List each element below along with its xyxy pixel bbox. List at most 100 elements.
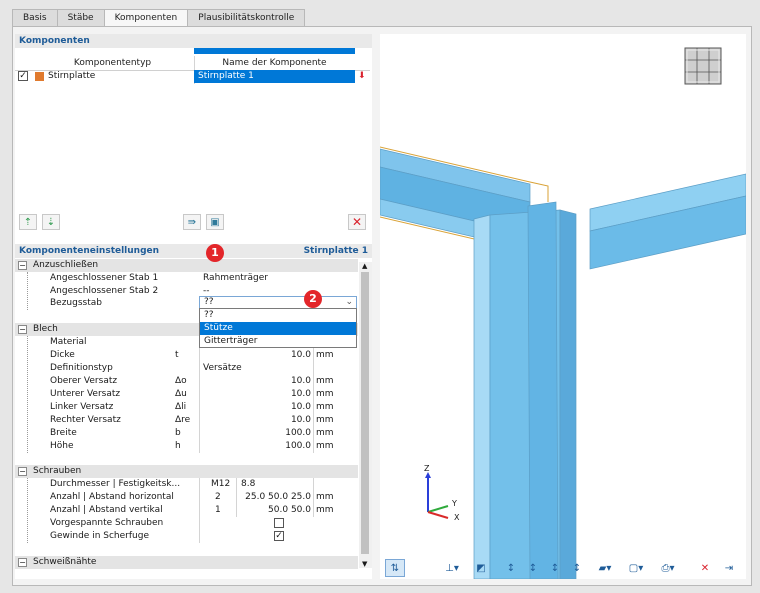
property-name: Rechter Versatz <box>50 415 121 425</box>
tab-plausibilitaetskontrolle[interactable]: Plausibilitätskontrolle <box>187 9 306 26</box>
pin-icon[interactable]: ⬇ <box>358 71 366 81</box>
group-label: Anzuschließen <box>33 260 99 270</box>
scroll-thumb[interactable] <box>361 272 369 554</box>
property-row[interactable]: Unterer Versatz Δu 10.0 mm <box>15 388 358 401</box>
property-row[interactable]: Durchmesser | Festigkeitsk... M12 8.8 <box>15 478 358 491</box>
collapse-icon[interactable]: − <box>18 325 27 334</box>
group-schrauben[interactable]: − Schrauben <box>15 465 358 478</box>
property-symbol: Δli <box>175 402 187 412</box>
property-name: Angeschlossener Stab 1 <box>50 273 159 283</box>
tab-staebe[interactable]: Stäbe <box>56 9 105 26</box>
property-value[interactable]: 10.0 <box>291 401 311 414</box>
property-unit: mm <box>316 505 334 515</box>
property-row[interactable]: Dicke t 10.0 mm <box>15 349 358 362</box>
property-symbol: Δo <box>175 376 187 386</box>
view-minus-z-icon[interactable]: ↕ <box>568 559 586 577</box>
property-value[interactable]: 25.0 50.0 25.0 <box>245 491 311 504</box>
chevron-down-icon[interactable]: ⌄ <box>345 297 353 308</box>
tab-komponenten[interactable]: Komponenten <box>103 9 189 27</box>
dropdown-list: ?? Stütze Gitterträger <box>199 308 357 348</box>
property-row[interactable]: Angeschlossener Stab 1 Rahmenträger <box>15 272 358 285</box>
tab-basis[interactable]: Basis <box>12 9 58 26</box>
dropdown-option[interactable]: Stütze <box>200 322 356 335</box>
move-down-icon[interactable]: ⇣ <box>42 214 60 230</box>
callout-badge: 1 <box>206 244 224 262</box>
property-row[interactable]: Anzahl | Abstand vertikal 1 50.0 50.0 mm <box>15 504 358 517</box>
property-symbol: Δu <box>175 389 187 399</box>
settings-title: Komponenteneinstellungen <box>19 246 160 256</box>
property-value[interactable]: 100.0 <box>285 427 311 440</box>
property-value[interactable]: Versätze <box>203 362 242 375</box>
property-row[interactable]: Breite b 100.0 mm <box>15 427 358 440</box>
property-value: Rahmenträger <box>203 273 268 283</box>
scroll-up-icon[interactable]: ▲ <box>362 262 367 270</box>
row-checkbox[interactable]: ✓ <box>18 71 28 81</box>
3d-viewport[interactable]: Z Y X <box>380 34 746 579</box>
visibility-icon[interactable]: ▰▾ <box>592 559 618 577</box>
property-value[interactable]: 2 <box>215 491 221 504</box>
render-mode-icon[interactable]: ◩ <box>472 559 490 577</box>
property-name: Anzahl | Abstand vertikal <box>50 505 163 515</box>
view-z-icon[interactable]: ↕ <box>546 559 564 577</box>
property-row[interactable]: Oberer Versatz Δo 10.0 mm <box>15 375 358 388</box>
view-x-icon[interactable]: ↕ <box>502 559 520 577</box>
property-value[interactable]: 8.8 <box>241 478 255 491</box>
property-name: Durchmesser | Festigkeitsk... <box>50 479 181 489</box>
property-name: Anzahl | Abstand horizontal <box>50 492 174 502</box>
select-value: ?? <box>204 297 214 307</box>
table-row[interactable]: ✓ Stirnplatte Stirnplatte 1 ⬇ <box>15 70 372 84</box>
tab-bar: Basis Stäbe Komponenten Plausibilitätsko… <box>12 9 306 27</box>
property-value[interactable]: 50.0 50.0 <box>268 504 311 517</box>
property-row[interactable]: Rechter Versatz Δre 10.0 mm <box>15 414 358 427</box>
save-to-library-icon[interactable]: ▣ <box>206 214 224 230</box>
property-unit: mm <box>316 350 334 360</box>
thread-in-shear-plane-checkbox[interactable]: ✓ <box>274 531 284 541</box>
settings-scrollbar[interactable]: ▲ ▼ <box>359 262 372 568</box>
property-row[interactable]: Anzahl | Abstand horizontal 2 25.0 50.0 25… <box>15 491 358 504</box>
column-flange-right <box>559 209 577 579</box>
group-label: Schrauben <box>33 466 82 476</box>
axis-display-icon[interactable]: ⊥▾ <box>438 559 466 577</box>
callout-badge: 2 <box>304 290 322 308</box>
property-symbol: b <box>175 428 181 438</box>
dropdown-option[interactable]: Gitterträger <box>200 335 356 348</box>
property-value[interactable]: 10.0 <box>291 414 311 427</box>
group-schweissnaehte[interactable]: − Schweißnähte <box>15 556 358 569</box>
export-icon[interactable]: ⇥ <box>720 559 738 577</box>
group-anzuschliessen[interactable]: − Anzuschließen <box>15 259 358 272</box>
collapse-icon[interactable]: − <box>18 261 27 270</box>
property-value[interactable]: 10.0 <box>291 349 311 362</box>
collapse-icon[interactable]: − <box>18 558 27 567</box>
library-icon[interactable]: ⇛ <box>183 214 201 230</box>
property-value[interactable]: 100.0 <box>285 440 311 453</box>
property-row[interactable]: Gewinde in Scherfuge ✓ <box>15 530 358 543</box>
property-symbol: h <box>175 441 181 451</box>
property-row[interactable]: Vorgespannte Schrauben <box>15 517 358 530</box>
scroll-down-icon[interactable]: ▼ <box>362 560 367 568</box>
delete-icon[interactable]: ✕ <box>348 214 366 230</box>
view-y-icon[interactable]: ↕ <box>524 559 542 577</box>
collapse-icon[interactable]: − <box>18 467 27 476</box>
display-options-icon[interactable]: ▢▾ <box>622 559 650 577</box>
components-title: Komponenten <box>19 36 90 46</box>
dropdown-option[interactable]: ?? <box>200 309 356 322</box>
preloaded-bolts-checkbox[interactable] <box>274 518 284 528</box>
property-value[interactable]: 10.0 <box>291 375 311 388</box>
property-value[interactable]: 1 <box>215 504 221 517</box>
property-value[interactable]: M12 <box>211 478 230 491</box>
property-value[interactable]: 10.0 <box>291 388 311 401</box>
sync-view-icon[interactable]: ⇅ <box>385 559 405 577</box>
column-header-name: Name der Komponente <box>222 58 327 68</box>
print-icon[interactable]: ⎙▾ <box>654 559 682 577</box>
property-row[interactable]: Linker Versatz Δli 10.0 mm <box>15 401 358 414</box>
component-name[interactable]: Stirnplatte 1 <box>194 70 355 83</box>
property-unit: mm <box>316 492 334 502</box>
property-unit: mm <box>316 389 334 399</box>
property-unit: mm <box>316 415 334 425</box>
property-symbol: t <box>175 350 179 360</box>
property-row[interactable]: Definitionstyp Versätze <box>15 362 358 375</box>
property-row[interactable]: Höhe h 100.0 mm <box>15 440 358 453</box>
coordinate-axes-icon <box>425 472 449 519</box>
move-up-icon[interactable]: ⇡ <box>19 214 37 230</box>
reset-view-icon[interactable]: ✕ <box>696 559 714 577</box>
